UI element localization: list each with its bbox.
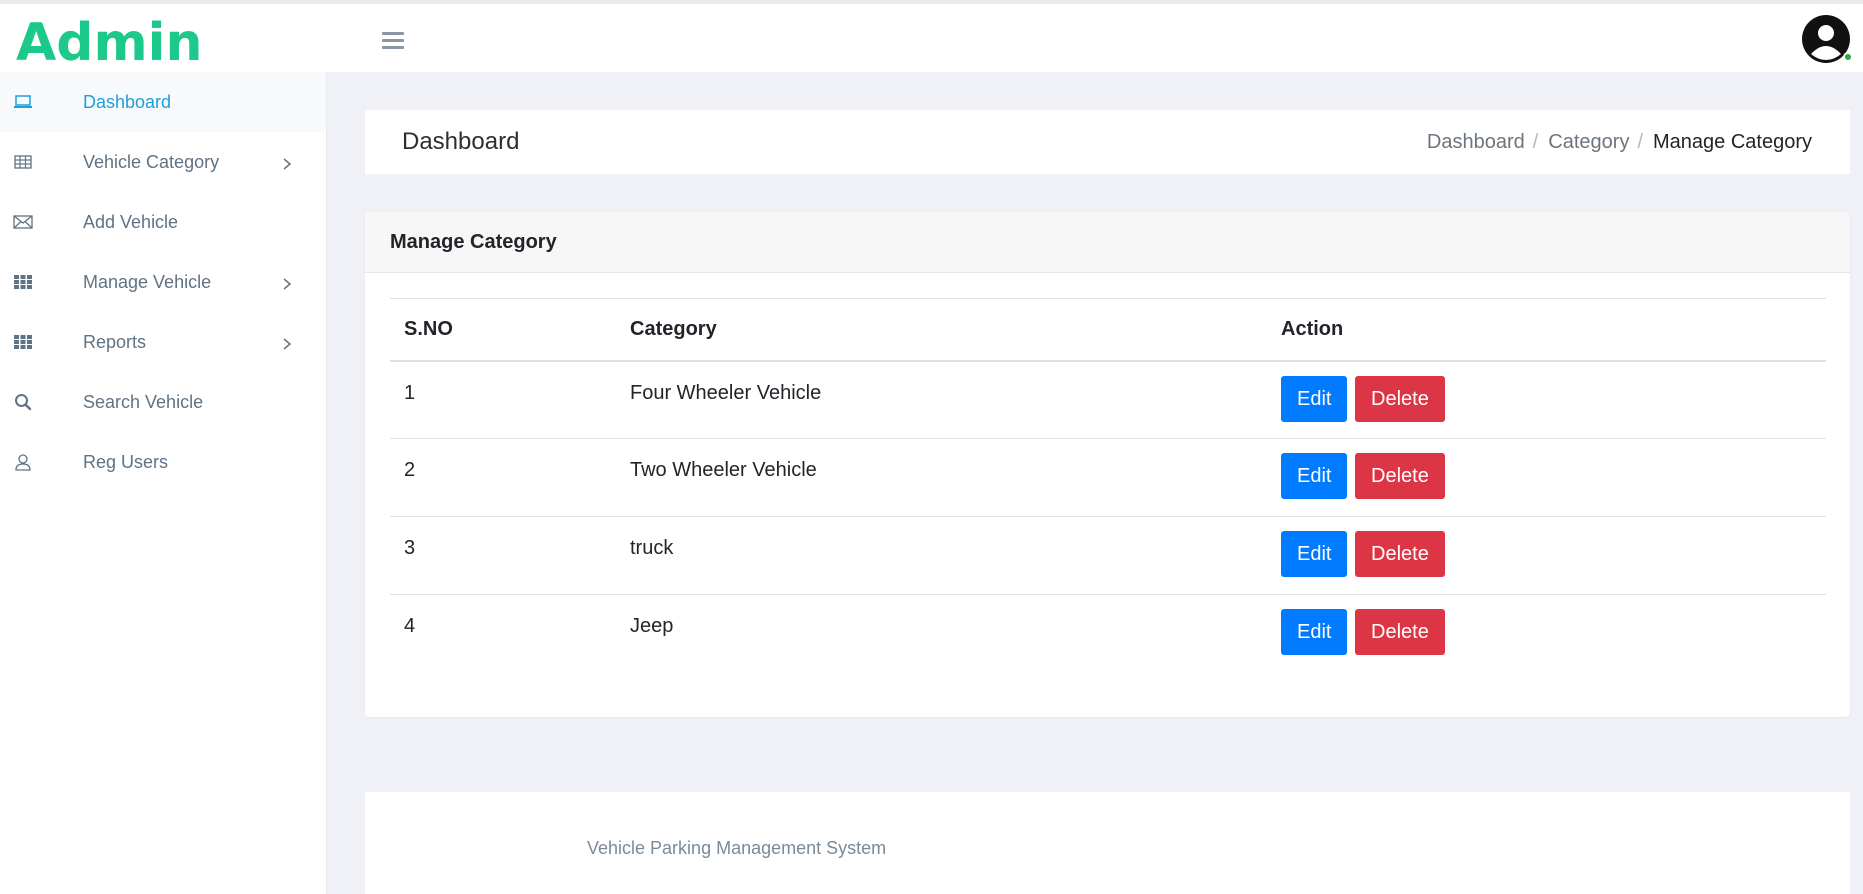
- cell-category: Four Wheeler Vehicle: [616, 360, 1267, 439]
- edit-button[interactable]: Edit: [1281, 531, 1348, 577]
- sidebar-item-manage-vehicle[interactable]: Manage Vehicle: [0, 252, 326, 312]
- delete-button[interactable]: Delete: [1355, 375, 1445, 422]
- breadcrumb-category[interactable]: Category: [1548, 131, 1629, 154]
- manage-category-card: Manage Category S.NO Category Action 1 F…: [365, 212, 1850, 717]
- table-header-row: S.NO Category Action: [390, 298, 1826, 362]
- chevron-right-icon: [280, 155, 294, 170]
- page-title: Dashboard: [402, 128, 520, 155]
- table-row: 2 Two Wheeler Vehicle Edit Delete: [390, 438, 1826, 517]
- brand-area: Admin: [0, 4, 452, 72]
- sidebar-item-label: Search Vehicle: [83, 391, 204, 412]
- cell-sno: 2: [390, 438, 616, 517]
- table-icon: [13, 152, 33, 172]
- sidebar-item-reports[interactable]: Reports: [0, 312, 326, 372]
- sidebar-item-label: Dashboard: [83, 91, 172, 112]
- delete-button[interactable]: Delete: [1355, 531, 1445, 577]
- sidebar-item-label: Reports: [83, 331, 147, 352]
- top-navbar: [452, 4, 1863, 72]
- sidebar-item-vehicle-category[interactable]: Vehicle Category: [0, 132, 326, 192]
- cell-sno: 4: [404, 615, 416, 637]
- cell-category: Two Wheeler Vehicle: [616, 438, 1267, 517]
- delete-button[interactable]: Delete: [1355, 453, 1445, 499]
- online-status-dot: [1843, 52, 1853, 62]
- cell-category: truck: [616, 516, 1267, 595]
- edit-button[interactable]: Edit: [1281, 453, 1348, 499]
- table-row: 1 Four Wheeler Vehicle Edit Delete: [390, 360, 1826, 439]
- cell-category: Jeep: [630, 615, 674, 637]
- delete-button[interactable]: Delete: [1355, 609, 1445, 655]
- cell-sno: 3: [390, 516, 616, 595]
- hamburger-icon[interactable]: [382, 32, 404, 50]
- cell-sno: 1: [390, 360, 616, 439]
- breadcrumb-separator: /: [1637, 130, 1644, 153]
- user-icon: [13, 452, 33, 472]
- sidebar-item-add-vehicle[interactable]: Add Vehicle: [0, 192, 326, 252]
- edit-button[interactable]: Edit: [1281, 609, 1348, 655]
- sidebar-item-label: Reg Users: [83, 451, 169, 472]
- sidebar: Dashboard Vehicle Category Add Vehicle M…: [0, 72, 327, 894]
- table-row: 3 truck Edit Delete: [390, 516, 1826, 595]
- column-header-action: Action: [1267, 298, 1826, 362]
- footer-text: Vehicle Parking Management System: [587, 838, 887, 858]
- sidebar-item-label: Vehicle Category: [83, 151, 220, 172]
- cell-action: Edit Delete: [1267, 438, 1826, 517]
- table-row: 4 Jeep Edit Delete: [390, 595, 1826, 673]
- sidebar-item-label: Manage Vehicle: [83, 271, 212, 292]
- breadcrumb-separator: /: [1532, 130, 1539, 153]
- sidebar-item-search-vehicle[interactable]: Search Vehicle: [0, 372, 326, 432]
- cell-action: Edit Delete: [1267, 360, 1826, 439]
- breadcrumb-dashboard[interactable]: Dashboard: [1427, 131, 1525, 154]
- edit-button[interactable]: Edit: [1281, 375, 1348, 422]
- grid-icon: [13, 332, 33, 352]
- cell-action: Edit Delete: [1267, 516, 1826, 595]
- sidebar-item-reg-users[interactable]: Reg Users: [0, 432, 326, 492]
- grid-icon: [13, 272, 33, 292]
- column-header-sno: S.NO: [390, 298, 616, 362]
- sidebar-item-label: Add Vehicle: [83, 211, 179, 232]
- user-avatar-icon[interactable]: [1801, 14, 1853, 64]
- cell-action: Edit Delete: [1267, 595, 1826, 673]
- page-header: Dashboard Dashboard / Category / Manage …: [365, 110, 1850, 174]
- category-table: S.NO Category Action 1 Four Wheeler Vehi…: [390, 298, 1826, 673]
- chevron-right-icon: [280, 275, 294, 290]
- sidebar-item-dashboard[interactable]: Dashboard: [0, 72, 326, 132]
- envelope-icon: [13, 212, 33, 232]
- breadcrumb: Dashboard / Category / Manage Category: [1427, 131, 1812, 154]
- footer: Vehicle Parking Management System: [365, 792, 1850, 894]
- chevron-right-icon: [280, 335, 294, 350]
- laptop-icon: [13, 92, 33, 112]
- search-icon: [13, 392, 33, 412]
- brand-logo[interactable]: Admin: [16, 14, 203, 72]
- breadcrumb-current: Manage Category: [1653, 130, 1812, 153]
- card-title: Manage Category: [365, 212, 1850, 273]
- column-header-category: Category: [616, 298, 1267, 362]
